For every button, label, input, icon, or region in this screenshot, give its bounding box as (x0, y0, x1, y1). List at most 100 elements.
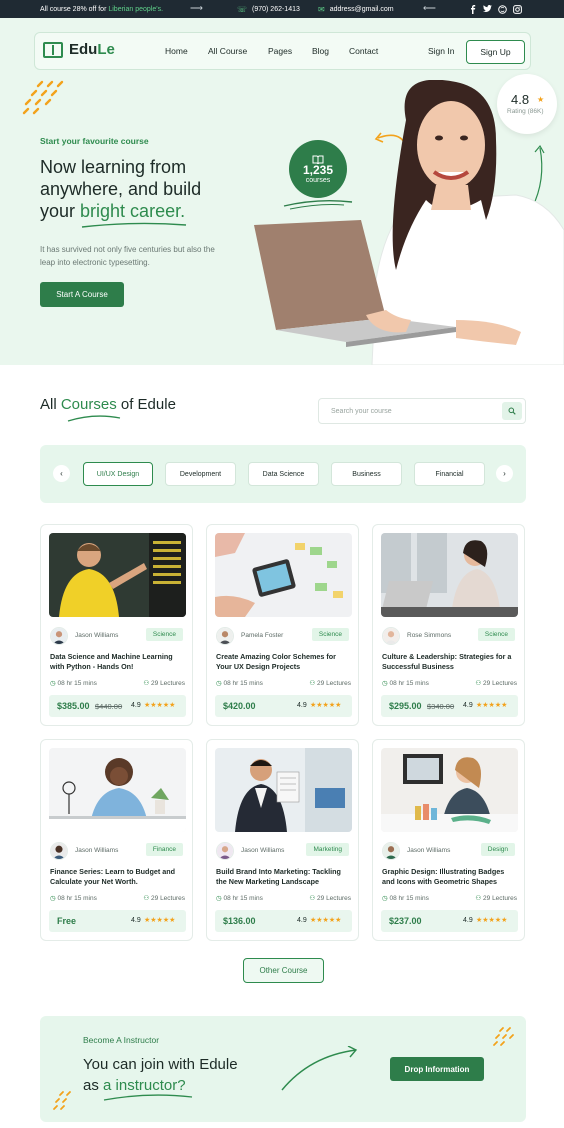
duration-text: 08 hr 15 mins (57, 680, 97, 687)
top-bar: All course 28% off for Liberian people's… (0, 0, 564, 18)
course-card[interactable]: Jason Williams Marketing Build Brand Int… (206, 739, 359, 941)
category-tag[interactable]: Science (145, 628, 183, 641)
instructor-underline-swoosh (103, 1094, 193, 1101)
instagram-icon[interactable] (513, 4, 522, 14)
mail-icon: ✉ (318, 4, 325, 14)
logo[interactable]: EduLe (43, 41, 115, 58)
star-icon: ★ (537, 95, 545, 104)
sign-up-button[interactable]: Sign Up (466, 40, 525, 64)
search-icon (508, 407, 516, 415)
rating-badge: 4.8 ★ Rating (86K) (497, 74, 557, 134)
avatar (216, 842, 234, 860)
courses-section-title: All Courses of Edule (40, 396, 176, 413)
lectures: ⚇ 29 Lectures (309, 894, 351, 902)
email-contact[interactable]: ✉ address@gmail.com (318, 5, 394, 14)
category-tag[interactable]: Design (480, 843, 515, 856)
logo-text-prefix: Edu (69, 41, 98, 58)
drop-information-button[interactable]: Drop Information (390, 1057, 484, 1081)
promo-text: All course 28% off for Liberian people's… (40, 6, 163, 13)
course-card[interactable]: Jason Williams Finance Finance Series: L… (40, 739, 193, 941)
duration: ◷ 08 hr 15 mins (382, 679, 429, 687)
lectures-text: 29 Lectures (151, 895, 185, 902)
hero-title-line-2: anywhere, and build (40, 179, 202, 199)
category-filter-bar: ‹ UI/UX Design Development Data Science … (40, 445, 526, 503)
course-title[interactable]: Finance Series: Learn to Budget and Calc… (50, 867, 185, 886)
users-icon: ⚇ (143, 680, 150, 687)
nav-item-all-course[interactable]: All Course (208, 46, 247, 56)
promo-prefix: All course 28% off for (40, 5, 107, 13)
author-name[interactable]: Jason Williams (241, 847, 284, 854)
start-course-button[interactable]: Start A Course (40, 282, 124, 307)
email-address: address@gmail.com (329, 5, 394, 13)
course-rating: 4.9 (463, 917, 473, 924)
course-title[interactable]: Build Brand Into Marketing: Tackling the… (216, 867, 351, 886)
course-thumbnail-image (215, 748, 352, 832)
price-bar: $237.00 4.9 ★★★★★ (381, 910, 518, 932)
users-icon: ⚇ (309, 895, 316, 902)
rating-stars-icon: ★★★★★ (144, 917, 176, 924)
author-name[interactable]: Jason Williams (75, 847, 118, 854)
category-next-button[interactable]: › (496, 465, 513, 482)
course-thumbnail-image (381, 533, 518, 617)
other-course-button[interactable]: Other Course (243, 958, 324, 983)
author-name[interactable]: Rose Simmons (407, 632, 451, 639)
skype-icon[interactable] (498, 4, 507, 14)
course-rating: 4.9 (297, 917, 307, 924)
rating-stars-icon: ★★★★★ (310, 917, 342, 924)
duration: ◷ 08 hr 15 mins (216, 894, 263, 902)
phone-number: (970) 262-1413 (252, 5, 300, 13)
search-button[interactable] (502, 402, 522, 420)
category-tag[interactable]: Marketing (306, 843, 349, 856)
facebook-icon[interactable] (469, 4, 477, 14)
author-name[interactable]: Pamela Foster (241, 632, 283, 639)
duration: ◷ 08 hr 15 mins (382, 894, 429, 902)
course-price: $385.00 (57, 701, 90, 711)
course-title[interactable]: Graphic Design: Illustrating Badges and … (382, 867, 517, 886)
author-name[interactable]: Jason Williams (75, 632, 118, 639)
category-data-science[interactable]: Data Science (248, 462, 319, 486)
category-ui-ux-design[interactable]: UI/UX Design (83, 462, 153, 486)
course-title[interactable]: Create Amazing Color Schemes for Your UX… (216, 652, 351, 671)
course-card[interactable]: Jason Williams Science Data Science and … (40, 524, 193, 726)
avatar (216, 627, 234, 645)
search-input[interactable]: Search your course (331, 408, 392, 415)
nav-item-pages[interactable]: Pages (268, 46, 292, 56)
category-business[interactable]: Business (331, 462, 402, 486)
course-rating: 4.9 (463, 702, 473, 709)
author-name[interactable]: Jason Williams (407, 847, 450, 854)
course-card[interactable]: Pamela Foster Science Create Amazing Col… (206, 524, 359, 726)
price-bar: Free 4.9 ★★★★★ (49, 910, 186, 932)
category-tag[interactable]: Science (477, 628, 515, 641)
course-card[interactable]: Rose Simmons Science Culture & Leadershi… (372, 524, 525, 726)
nav-item-contact[interactable]: Contact (349, 46, 378, 56)
logo-text: EduLe (69, 41, 115, 58)
course-search: Search your course (318, 398, 526, 424)
lectures: ⚇ 29 Lectures (143, 894, 185, 902)
category-tag[interactable]: Finance (145, 843, 183, 856)
arrow-left-icon: ⟵ (423, 3, 436, 13)
promo-highlight[interactable]: Liberian people's. (108, 6, 163, 13)
duration: ◷ 08 hr 15 mins (216, 679, 263, 687)
price-bar: $385.00 $440.00 4.9 ★★★★★ (49, 695, 186, 717)
course-title[interactable]: Culture & Leadership: Strategies for a S… (382, 652, 517, 671)
category-development[interactable]: Development (165, 462, 236, 486)
nav-item-home[interactable]: Home (165, 46, 188, 56)
nav-item-blog[interactable]: Blog (312, 46, 329, 56)
course-price: $237.00 (389, 916, 422, 926)
hero-title-line-3: your bright career. (40, 200, 270, 222)
lectures-text: 29 Lectures (483, 895, 517, 902)
instructor-title-line-2-prefix: as (83, 1077, 104, 1094)
category-financial[interactable]: Financial (414, 462, 485, 486)
phone-icon: ☏ (237, 4, 248, 14)
sign-in-link[interactable]: Sign In (428, 46, 454, 56)
twitter-icon[interactable] (483, 5, 492, 13)
old-price: $440.00 (95, 702, 123, 711)
course-card[interactable]: Jason Williams Design Graphic Design: Il… (372, 739, 525, 941)
course-title[interactable]: Data Science and Machine Learning with P… (50, 652, 185, 671)
category-prev-button[interactable]: ‹ (53, 465, 70, 482)
phone-contact[interactable]: ☏ (970) 262-1413 (237, 5, 300, 14)
clock-icon: ◷ (50, 680, 56, 687)
main-navbar: EduLe Home All Course Pages Blog Contact… (34, 32, 531, 70)
course-thumbnail-image (49, 533, 186, 617)
category-tag[interactable]: Science (311, 628, 349, 641)
